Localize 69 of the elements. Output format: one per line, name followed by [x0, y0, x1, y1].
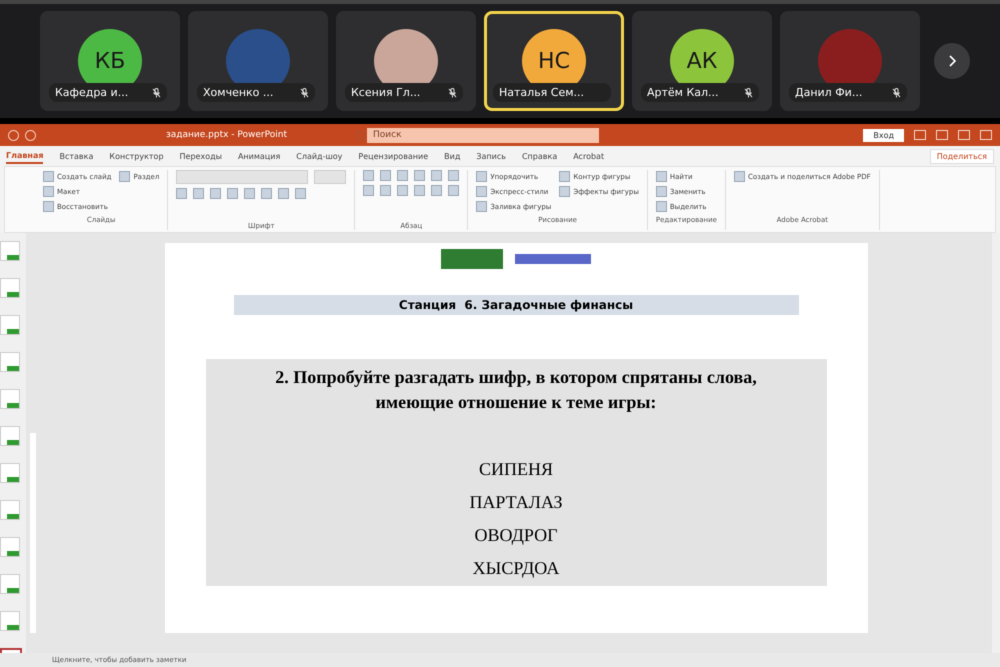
participant-name: Хомченко ... — [203, 86, 274, 99]
slide-thumbnail[interactable] — [0, 463, 20, 483]
paragraph-icon[interactable] — [431, 170, 442, 181]
ribbon-tab[interactable]: Конструктор — [109, 150, 164, 162]
participant-tile[interactable]: АК Артём Кал... — [632, 11, 772, 111]
participant-name: Ксения Гл... — [351, 86, 422, 99]
paragraph-icon[interactable] — [397, 185, 408, 196]
paragraph-icon[interactable] — [380, 170, 392, 181]
font-size-field[interactable] — [314, 170, 346, 184]
slide-title: Станция 6. Загадочные финансы — [234, 295, 798, 315]
ribbon-tab[interactable]: Рецензирование — [358, 150, 428, 162]
slide-thumbnail[interactable] — [0, 241, 20, 261]
ribbon-tab[interactable]: Переходы — [180, 150, 222, 162]
paragraph-icon[interactable] — [380, 185, 392, 196]
format-icon[interactable] — [193, 188, 204, 199]
paragraph-icon[interactable] — [397, 170, 408, 181]
university-logo — [441, 249, 503, 269]
share-button[interactable]: Поделиться — [930, 148, 994, 164]
format-icon[interactable] — [261, 188, 272, 199]
slide-thumbnail[interactable] — [0, 389, 20, 409]
format-icon[interactable] — [227, 188, 238, 199]
font-name-field[interactable] — [176, 170, 308, 184]
next-page-button[interactable] — [934, 43, 970, 79]
format-icon[interactable] — [210, 188, 222, 199]
format-icon[interactable] — [295, 188, 306, 199]
participant-tile[interactable]: Хомченко ... — [188, 11, 328, 111]
ribbon-tab[interactable]: Вид — [444, 150, 460, 162]
cipher-word: ПАРТАЛАЗ — [469, 491, 563, 514]
paragraph-icon[interactable] — [414, 170, 426, 181]
ribbon-tab[interactable]: Слайд-шоу — [296, 150, 342, 162]
window-title: задание.pptx - PowerPoint — [166, 130, 288, 140]
chevron-right-icon — [948, 55, 956, 67]
slide-thumbnail[interactable] — [0, 315, 20, 335]
paragraph-icon[interactable] — [448, 170, 460, 181]
sign-in-button[interactable]: Вход — [863, 128, 904, 142]
slide-thumbnail[interactable] — [0, 278, 20, 298]
slide-thumbnail[interactable] — [0, 537, 20, 557]
ribbon-tab[interactable]: Справка — [522, 150, 558, 162]
scroll-bar[interactable] — [992, 233, 1000, 653]
paragraph-icon[interactable] — [431, 185, 442, 196]
paragraph-icon[interactable] — [363, 170, 374, 181]
participant-tile[interactable]: Ксения Гл... — [336, 11, 476, 111]
slide-thumbnail[interactable] — [0, 574, 20, 594]
ribbon-tab[interactable]: Главная — [6, 148, 44, 164]
cipher-word: ОВОДРОГ — [474, 524, 558, 547]
participant-tile[interactable]: Данил Фи... — [780, 11, 920, 111]
paragraph-icon[interactable] — [448, 185, 460, 196]
paragraph-icon[interactable] — [414, 185, 426, 196]
format-icon[interactable] — [176, 188, 188, 199]
format-icon[interactable] — [244, 188, 256, 199]
slide-thumbnail[interactable] — [0, 611, 20, 631]
cipher-word: СИПЕНЯ — [478, 458, 553, 481]
search-field[interactable]: Поиск — [367, 128, 599, 142]
scroll-bar[interactable] — [30, 433, 36, 633]
participant-name: Данил Фи... — [795, 86, 864, 99]
paragraph-icon[interactable] — [363, 185, 374, 196]
ribbon-tab[interactable]: Анимация — [238, 150, 280, 162]
search-icon — [356, 130, 365, 140]
cipher-word: ХЫСРДОА — [472, 557, 560, 580]
slide-thumbnail[interactable] — [0, 426, 20, 446]
slide-thumbnail[interactable] — [0, 352, 20, 372]
participant-tile[interactable]: НС Наталья Сем... — [484, 11, 624, 111]
participant-tile[interactable]: КБ Кафедра и... — [40, 11, 180, 111]
task-text: 2. Попробуйте разгадать шифр, в котором спрятаны слова, имеющие отношение к теме игры: — [274, 366, 758, 414]
slide-thumbnail[interactable] — [0, 500, 20, 520]
ribbon-tab[interactable]: Вставка — [59, 150, 94, 162]
ribbon-tab[interactable]: Acrobat — [573, 150, 604, 162]
format-icon[interactable] — [278, 188, 290, 199]
ribbon-tab[interactable]: Запись — [476, 150, 506, 162]
